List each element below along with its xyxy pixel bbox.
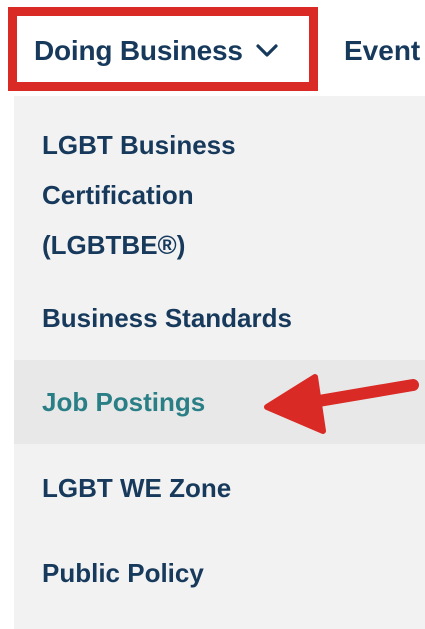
menu-item-label: Job Postings xyxy=(42,387,206,417)
nav-item-events[interactable]: Event xyxy=(344,26,420,76)
menu-item-lgbt-business-certification[interactable]: LGBT Business Certification (LGBTBE®) xyxy=(14,120,314,270)
menu-item-label: LGBT WE Zone xyxy=(42,473,232,503)
nav-item-events-label: Event xyxy=(344,35,421,66)
menu-item-public-policy[interactable]: Public Policy xyxy=(14,551,425,595)
menu-item-label: Public Policy xyxy=(42,558,204,588)
doing-business-dropdown: LGBT Business Certification (LGBTBE®) Bu… xyxy=(14,96,425,629)
menu-item-lgbt-we-zone[interactable]: LGBT WE Zone xyxy=(14,466,425,510)
menu-item-business-standards[interactable]: Business Standards xyxy=(14,296,425,340)
menu-item-label: LGBT Business Certification (LGBTBE®) xyxy=(42,130,236,260)
nav-item-doing-business-label: Doing Business xyxy=(34,35,243,66)
top-navigation-bar: Doing Business Event xyxy=(0,0,425,96)
nav-item-doing-business[interactable]: Doing Business xyxy=(34,26,279,76)
menu-item-job-postings[interactable]: Job Postings xyxy=(14,360,425,444)
chevron-down-icon[interactable] xyxy=(255,43,279,59)
menu-item-label: Business Standards xyxy=(42,303,292,333)
